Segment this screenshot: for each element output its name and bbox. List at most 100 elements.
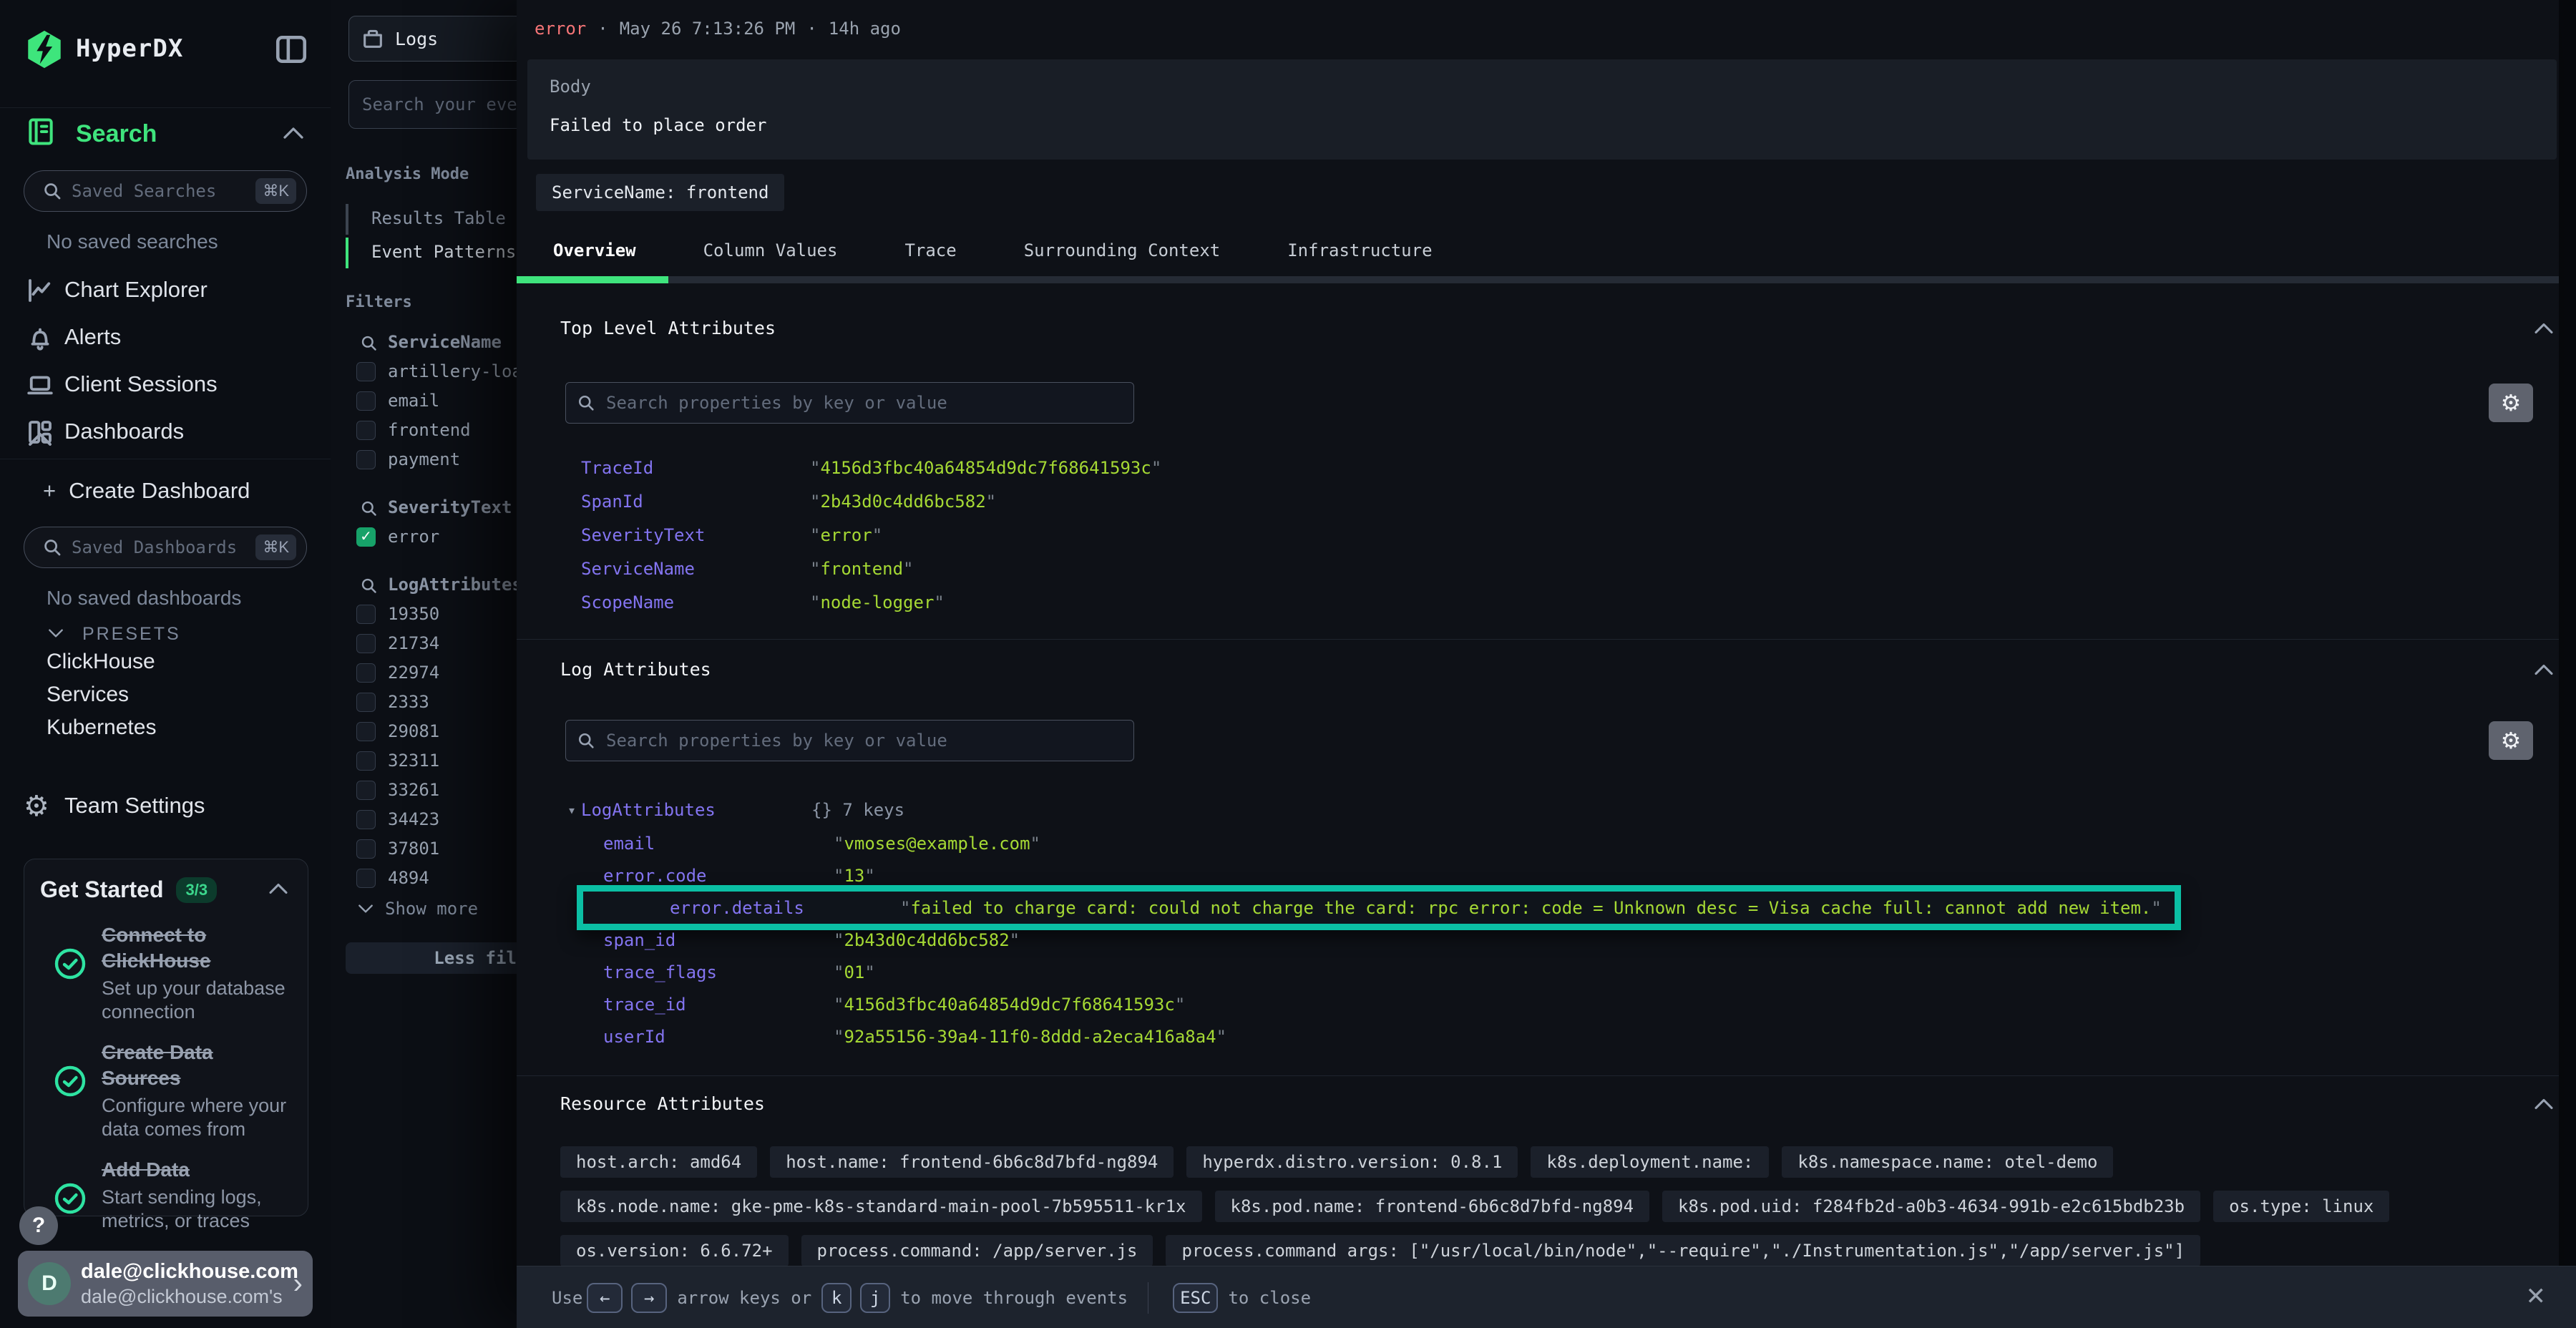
checkbox[interactable]: ✓ <box>356 634 376 653</box>
checkbox[interactable]: ✓ <box>356 663 376 683</box>
checkbox[interactable]: ✓ <box>356 362 376 381</box>
attribute-key[interactable]: error.details <box>670 898 900 918</box>
resource-attribute-badge[interactable]: k8s.deployment.name: <box>1531 1146 1769 1178</box>
resource-attribute-badge[interactable]: k8s.namespace.name: otel-demo <box>1782 1146 2113 1178</box>
get-started-item[interactable]: Create Data Sources Configure where your… <box>40 1040 295 1141</box>
sidebar-item-client-sessions[interactable]: Client Sessions <box>0 361 331 409</box>
help-button[interactable]: ? <box>19 1206 58 1245</box>
source-selector-button[interactable]: Logs <box>348 16 545 62</box>
attribute-key[interactable]: trace_id <box>603 995 834 1015</box>
checkbox[interactable]: ✓ <box>356 421 376 440</box>
attribute-key[interactable]: ScopeName <box>581 592 810 612</box>
get-started-item[interactable]: Connect to ClickHouse Set up your databa… <box>40 922 295 1024</box>
checkbox[interactable]: ✓ <box>356 605 376 624</box>
attribute-key[interactable]: SeverityText <box>581 525 810 545</box>
service-name-chip[interactable]: ServiceName: frontend <box>536 174 784 211</box>
preset-dashboard-item[interactable]: Kubernetes <box>47 716 156 748</box>
resource-attribute-badge[interactable]: process.command args: ["/usr/local/bin/n… <box>1166 1235 2200 1266</box>
checkbox[interactable]: ✓ <box>356 527 376 547</box>
resource-attribute-badge[interactable]: host.arch: amd64 <box>560 1146 757 1178</box>
presets-toggle[interactable]: PRESETS <box>47 624 181 645</box>
get-started-item[interactable]: Add Data Start sending logs, metrics, or… <box>40 1157 295 1243</box>
search-icon <box>576 731 596 751</box>
create-dashboard-button[interactable]: +Create Dashboard <box>43 478 250 504</box>
attribute-value[interactable]: 01 <box>834 962 875 982</box>
sidebar-item-search[interactable]: Search <box>0 107 331 150</box>
tab[interactable]: Trace <box>904 240 956 260</box>
resource-attribute-badge[interactable]: k8s.pod.name: frontend-6b6c8d7bfd-ng894 <box>1215 1191 1650 1222</box>
tab[interactable]: Infrastructure <box>1287 240 1432 260</box>
preset-dashboard-item[interactable]: Services <box>47 683 156 716</box>
tab[interactable]: Surrounding Context <box>1024 240 1221 260</box>
attribute-key[interactable]: trace_flags <box>603 962 834 982</box>
chevron-up-icon[interactable] <box>266 881 291 897</box>
close-icon[interactable]: ✕ <box>2526 1282 2547 1311</box>
sidebar-item-team-settings[interactable]: ⚙ Team Settings <box>0 784 331 827</box>
attribute-key[interactable]: error.code <box>603 866 834 886</box>
tree-root-key[interactable]: LogAttributes <box>581 800 811 820</box>
attribute-value[interactable]: vmoses@example.com <box>834 834 1040 854</box>
resource-attribute-badge[interactable]: process.command: /app/server.js <box>801 1235 1153 1266</box>
log-attributes-search-box[interactable] <box>565 720 1134 761</box>
checkbox[interactable]: ✓ <box>356 810 376 829</box>
attribute-key[interactable]: email <box>603 834 834 854</box>
attribute-value[interactable]: 4156d3fbc40a64854d9dc7f68641593c <box>834 995 1185 1015</box>
resource-attribute-badge[interactable]: os.version: 6.6.72+ <box>560 1235 789 1266</box>
sidebar-item-chart-explorer[interactable]: Chart Explorer <box>0 267 331 314</box>
log-attributes-search-input[interactable] <box>605 730 1123 751</box>
attribute-key[interactable]: span_id <box>603 930 834 950</box>
event-search-box[interactable] <box>348 80 545 129</box>
resource-attribute-badge[interactable]: host.name: frontend-6b6c8d7bfd-ng894 <box>770 1146 1174 1178</box>
collapse-sidebar-icon[interactable] <box>273 31 309 67</box>
chevron-up-icon[interactable] <box>25 424 55 454</box>
checkbox[interactable]: ✓ <box>356 693 376 712</box>
attribute-key[interactable]: TraceId <box>581 458 810 478</box>
checkbox[interactable]: ✓ <box>356 391 376 411</box>
attribute-key[interactable]: SpanId <box>581 492 810 512</box>
attribute-value[interactable]: 4156d3fbc40a64854d9dc7f68641593c <box>810 458 1161 478</box>
attribute-key[interactable]: userId <box>603 1027 834 1047</box>
checkbox[interactable]: ✓ <box>356 450 376 469</box>
preset-dashboard-item[interactable]: ClickHouse <box>47 650 156 683</box>
checkbox[interactable]: ✓ <box>356 839 376 859</box>
attribute-value[interactable]: frontend <box>810 559 914 579</box>
event-search-input[interactable] <box>361 94 532 115</box>
resource-attribute-badge[interactable]: k8s.node.name: gke-pme-k8s-standard-main… <box>560 1191 1202 1222</box>
top-level-settings-button[interactable]: ⚙ <box>2489 384 2533 422</box>
resource-attribute-badge[interactable]: os.type: linux <box>2213 1191 2389 1222</box>
tab[interactable]: Overview <box>553 240 636 260</box>
attribute-value[interactable]: 92a55156-39a4-11f0-8ddd-a2eca416a8a4 <box>834 1027 1226 1047</box>
sidebar-item-alerts[interactable]: Alerts <box>0 314 331 361</box>
checkbox[interactable]: ✓ <box>356 722 376 741</box>
disclosure-triangle-icon[interactable]: ▾ <box>567 801 581 819</box>
user-menu[interactable]: D dale@clickhouse.com dale@clickhouse.co… <box>18 1251 313 1317</box>
saved-dashboards-field[interactable] <box>70 537 255 558</box>
chevron-up-icon[interactable] <box>2532 1096 2556 1112</box>
checkbox[interactable]: ✓ <box>356 869 376 888</box>
show-more-button[interactable]: Show more <box>356 899 478 919</box>
chevron-up-icon[interactable] <box>2532 321 2556 336</box>
chevron-up-icon[interactable] <box>280 125 306 142</box>
log-attributes-tree-root[interactable]: ▾ LogAttributes {} 7 keys <box>517 796 904 824</box>
attribute-key[interactable]: ServiceName <box>581 559 810 579</box>
checkbox[interactable]: ✓ <box>356 751 376 771</box>
top-level-search-input[interactable] <box>605 392 1123 414</box>
resource-attribute-badge[interactable]: k8s.pod.uid: f284fb2d-a0b3-4634-991b-e2c… <box>1662 1191 2200 1222</box>
attribute-value[interactable]: error <box>810 525 882 545</box>
resource-attribute-badge[interactable]: hyperdx.distro.version: 0.8.1 <box>1186 1146 1518 1178</box>
chevron-up-icon[interactable] <box>2532 662 2556 678</box>
attribute-value[interactable]: 2b43d0c4dd6bc582 <box>834 930 1020 950</box>
attribute-value[interactable]: failed to charge card: could not charge … <box>900 898 2162 918</box>
top-level-search-box[interactable] <box>565 382 1134 424</box>
attribute-value[interactable]: node-logger <box>810 592 945 612</box>
saved-searches-input[interactable]: ⌘K <box>24 170 307 212</box>
attribute-value[interactable]: 2b43d0c4dd6bc582 <box>810 492 996 512</box>
attribute-value[interactable]: 13 <box>834 866 875 886</box>
checkbox[interactable]: ✓ <box>356 781 376 800</box>
log-attributes-settings-button[interactable]: ⚙ <box>2489 721 2533 760</box>
saved-dashboards-input[interactable]: ⌘K <box>24 527 307 568</box>
tab[interactable]: Column Values <box>703 240 838 260</box>
get-started-header[interactable]: Get Started 3/3 <box>40 877 217 903</box>
sidebar-item-dashboards[interactable]: Dashboards <box>0 409 331 456</box>
saved-searches-field[interactable] <box>70 180 255 202</box>
